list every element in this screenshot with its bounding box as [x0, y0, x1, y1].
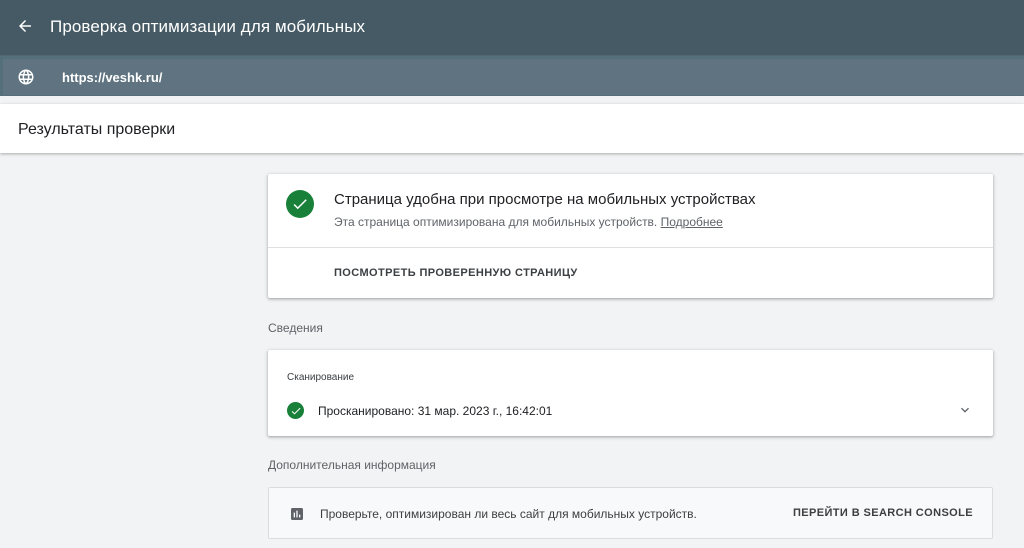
- page-title: Проверка оптимизации для мобильных: [50, 17, 366, 36]
- arrow-left-icon: [19, 20, 31, 32]
- crawl-timestamp: Просканировано: 31 мар. 2023 г., 16:42:0…: [318, 404, 553, 418]
- search-console-card: Проверьте, оптимизирован ли весь сайт дл…: [268, 487, 993, 539]
- additional-section-label: Дополнительная информация: [268, 458, 436, 472]
- back-button[interactable]: [12, 13, 38, 39]
- url-field[interactable]: https://veshk.ru/: [3, 59, 1024, 95]
- view-tested-page-button[interactable]: ПОСМОТРЕТЬ ПРОВЕРЕННУЮ СТРАНИЦУ: [334, 267, 578, 279]
- check-circle-icon: [286, 190, 314, 218]
- divider: [268, 247, 993, 248]
- url-bar: https://veshk.ru/: [0, 55, 1024, 96]
- result-subtitle: Эта страница оптимизирована для мобильны…: [334, 215, 723, 229]
- result-card: Страница удобна при просмотре на мобильн…: [268, 174, 993, 298]
- app-bar: Проверка оптимизации для мобильных: [0, 0, 1024, 55]
- results-header: Результаты проверки: [0, 104, 1024, 153]
- open-search-console-button[interactable]: ПЕРЕЙТИ В SEARCH CONSOLE: [793, 507, 973, 519]
- globe-icon: [18, 69, 34, 85]
- results-title: Результаты проверки: [18, 121, 176, 138]
- chevron-down-icon[interactable]: [957, 402, 973, 418]
- crawl-label: Сканирование: [287, 372, 355, 383]
- search-console-text: Проверьте, оптимизирован ли весь сайт дл…: [320, 507, 697, 521]
- learn-more-link[interactable]: Подробнее: [661, 215, 723, 229]
- check-circle-icon: [287, 402, 304, 419]
- result-title: Страница удобна при просмотре на мобильн…: [334, 191, 756, 208]
- crawl-card[interactable]: Сканирование Просканировано: 31 мар. 202…: [268, 350, 993, 436]
- bar-chart-icon: [291, 508, 303, 520]
- result-subtitle-text: Эта страница оптимизирована для мобильны…: [334, 215, 658, 229]
- details-section-label: Сведения: [268, 321, 323, 335]
- url-text: https://veshk.ru/: [62, 70, 163, 85]
